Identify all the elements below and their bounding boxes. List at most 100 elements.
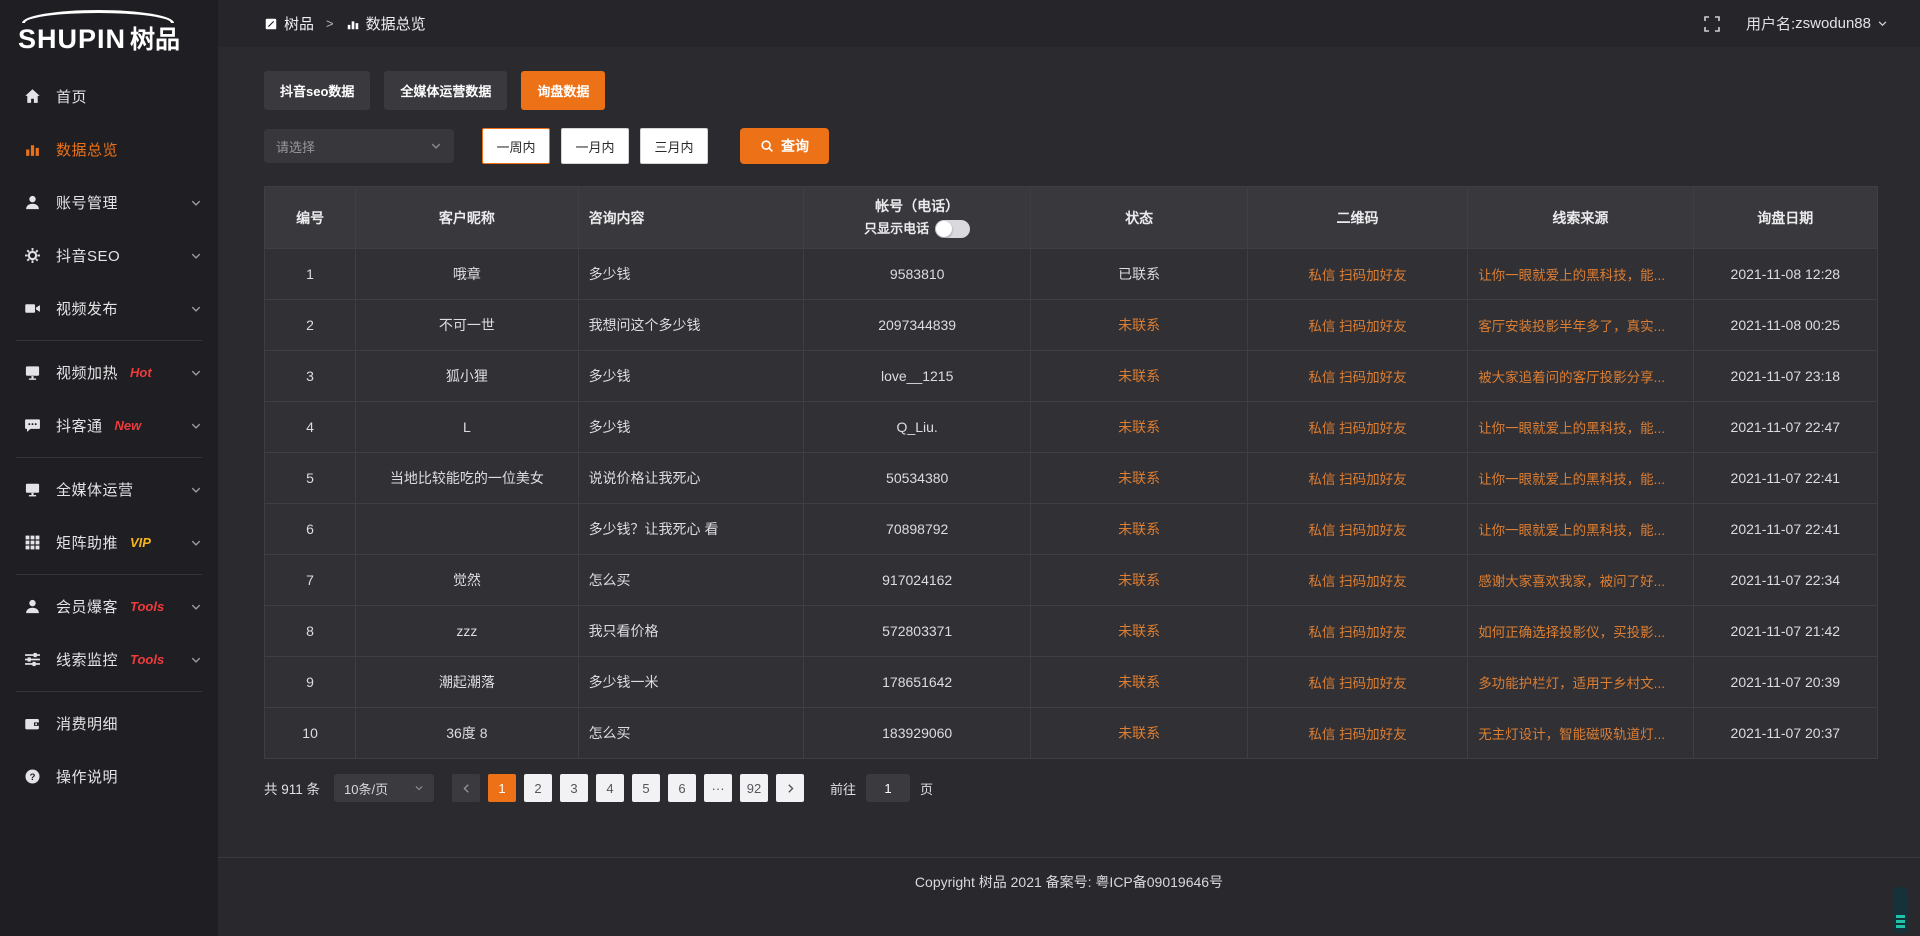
tab-抖音seo数据[interactable]: 抖音seo数据	[264, 71, 370, 110]
cell-content: 多少钱	[578, 402, 803, 453]
chevron-down-icon	[190, 367, 202, 379]
tab-询盘数据[interactable]: 询盘数据	[521, 71, 605, 110]
filter-select[interactable]: 请选择	[264, 129, 454, 163]
tab-全媒体运营数据[interactable]: 全媒体运营数据	[384, 71, 507, 110]
breadcrumb-root[interactable]: 树品	[284, 13, 314, 34]
cell-account: 50534380	[803, 453, 1030, 504]
next-page-button[interactable]	[776, 774, 804, 802]
query-button-label: 查询	[781, 136, 809, 156]
username-value[interactable]: zswodun88	[1795, 15, 1871, 32]
cell-content: 怎么买	[578, 708, 803, 759]
main-area: 树品 > 数据总览 用户名: zswodun88 抖音seo数据全媒体运营数据询…	[218, 0, 1920, 936]
cell-source-link[interactable]: 让你一眼就爱上的黑科技，能...	[1468, 453, 1693, 504]
cell-qrcode-link[interactable]: 私信 扫码加好友	[1247, 453, 1467, 504]
cell-nickname: 当地比较能吃的一位美女	[356, 453, 578, 504]
top-header: 树品 > 数据总览 用户名: zswodun88	[218, 0, 1920, 47]
page-button-92[interactable]: 92	[740, 774, 768, 802]
page-size-select[interactable]: 10条/页	[334, 774, 434, 802]
cell-qrcode-link[interactable]: 私信 扫码加好友	[1247, 555, 1467, 606]
page-ellipsis-button[interactable]: ···	[704, 774, 732, 802]
sidebar-item-数据总览[interactable]: 数据总览	[0, 123, 218, 176]
cell-source-link[interactable]: 如何正确选择投影仪，买投影...	[1468, 606, 1693, 657]
col-header-qrcode: 二维码	[1247, 187, 1467, 249]
sidebar-item-label: 账号管理	[56, 192, 118, 213]
period-button-一月内[interactable]: 一月内	[561, 128, 629, 164]
sidebar-item-label: 消费明细	[56, 713, 118, 734]
period-button-三月内[interactable]: 三月内	[640, 128, 708, 164]
cell-source-link[interactable]: 多功能护栏灯，适用于乡村文...	[1468, 657, 1693, 708]
cell-qrcode-link[interactable]: 私信 扫码加好友	[1247, 504, 1467, 555]
goto-page-input[interactable]	[866, 774, 910, 802]
cell-source-link[interactable]: 让你一眼就爱上的黑科技，能...	[1468, 249, 1693, 300]
sidebar-item-操作说明[interactable]: ?操作说明	[0, 750, 218, 803]
filter-select-placeholder: 请选择	[276, 137, 315, 156]
cell-qrcode-link[interactable]: 私信 扫码加好友	[1247, 708, 1467, 759]
cell-source-link[interactable]: 让你一眼就爱上的黑科技，能...	[1468, 504, 1693, 555]
cell-date: 2021-11-07 20:39	[1693, 657, 1877, 708]
sidebar-item-label: 首页	[56, 86, 87, 107]
cell-status: 未联系	[1031, 351, 1247, 402]
sidebar-item-矩阵助推[interactable]: 矩阵助推VIP	[0, 516, 218, 569]
col-header-status: 状态	[1031, 187, 1247, 249]
cell-qrcode-link[interactable]: 私信 扫码加好友	[1247, 351, 1467, 402]
prev-page-button[interactable]	[452, 774, 480, 802]
cell-source-link[interactable]: 感谢大家喜欢我家，被问了好...	[1468, 555, 1693, 606]
grid-icon	[24, 534, 41, 551]
cell-account: 183929060	[803, 708, 1030, 759]
page-button-2[interactable]: 2	[524, 774, 552, 802]
cell-source-link[interactable]: 被大家追着问的客厅投影分享...	[1468, 351, 1693, 402]
chart-icon	[24, 141, 41, 158]
sidebar-item-线索监控[interactable]: 线索监控Tools	[0, 633, 218, 686]
cell-source-link[interactable]: 让你一眼就爱上的黑科技，能...	[1468, 402, 1693, 453]
cell-nickname: 觉然	[356, 555, 578, 606]
chevron-down-icon	[190, 601, 202, 613]
page-button-5[interactable]: 5	[632, 774, 660, 802]
period-button-一周内[interactable]: 一周内	[482, 128, 550, 164]
fullscreen-icon[interactable]	[1704, 16, 1720, 32]
sidebar-item-全媒体运营[interactable]: 全媒体运营	[0, 463, 218, 516]
search-icon	[760, 139, 774, 153]
cell-source-link[interactable]: 无主灯设计，智能磁吸轨道灯...	[1468, 708, 1693, 759]
table-row: 6多少钱？让我死心 看70898792未联系私信 扫码加好友让你一眼就爱上的黑科…	[265, 504, 1878, 555]
cell-qrcode-link[interactable]: 私信 扫码加好友	[1247, 249, 1467, 300]
page-button-1[interactable]: 1	[488, 774, 516, 802]
page-button-4[interactable]: 4	[596, 774, 624, 802]
cell-qrcode-link[interactable]: 私信 扫码加好友	[1247, 657, 1467, 708]
cell-date: 2021-11-07 21:42	[1693, 606, 1877, 657]
chevron-down-icon	[190, 484, 202, 496]
page-button-6[interactable]: 6	[668, 774, 696, 802]
sidebar-divider	[16, 457, 202, 458]
toggle-knob	[936, 221, 952, 237]
cell-source-link[interactable]: 客厅安装投影半年多了，真实...	[1468, 300, 1693, 351]
page-button-3[interactable]: 3	[560, 774, 588, 802]
sidebar-item-会员爆客[interactable]: 会员爆客Tools	[0, 580, 218, 633]
query-button[interactable]: 查询	[740, 128, 829, 164]
table-row: 3狐小狸多少钱love__1215未联系私信 扫码加好友被大家追着问的客厅投影分…	[265, 351, 1878, 402]
cell-status: 未联系	[1031, 453, 1247, 504]
sidebar-item-视频加热[interactable]: 视频加热Hot	[0, 346, 218, 399]
brand-logo: SHUPIN 树品	[0, 0, 218, 60]
chevron-down-icon[interactable]	[1877, 18, 1888, 29]
sidebar-item-抖客通[interactable]: 抖客通New	[0, 399, 218, 452]
cell-content: 多少钱一米	[578, 657, 803, 708]
table-row: 9潮起潮落多少钱一米178651642未联系私信 扫码加好友多功能护栏灯，适用于…	[265, 657, 1878, 708]
cell-qrcode-link[interactable]: 私信 扫码加好友	[1247, 402, 1467, 453]
cell-account: Q_Liu.	[803, 402, 1030, 453]
sidebar-item-视频发布[interactable]: 视频发布	[0, 282, 218, 335]
col-header-id: 编号	[265, 187, 356, 249]
cell-nickname	[356, 504, 578, 555]
sidebar-item-账号管理[interactable]: 账号管理	[0, 176, 218, 229]
sidebar-item-抖音SEO[interactable]: 抖音SEO	[0, 229, 218, 282]
col-header-account: 帐号（电话） 只显示电话	[803, 187, 1030, 249]
scrollbar-widget[interactable]	[1894, 887, 1907, 933]
sidebar-item-首页[interactable]: 首页	[0, 70, 218, 123]
cell-nickname: L	[356, 402, 578, 453]
cell-qrcode-link[interactable]: 私信 扫码加好友	[1247, 300, 1467, 351]
cell-account: love__1215	[803, 351, 1030, 402]
cell-status: 已联系	[1031, 249, 1247, 300]
phone-only-toggle[interactable]	[935, 220, 970, 238]
breadcrumb-separator: >	[326, 16, 334, 31]
cell-qrcode-link[interactable]: 私信 扫码加好友	[1247, 606, 1467, 657]
sidebar-item-badge: VIP	[130, 535, 151, 550]
sidebar-item-消费明细[interactable]: 消费明细	[0, 697, 218, 750]
